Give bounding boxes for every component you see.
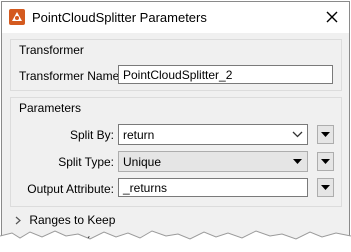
split-by-combo[interactable]: return xyxy=(118,124,308,145)
parameters-group: Parameters Split By: return Split Type: … xyxy=(10,97,342,207)
menu-arrow-icon xyxy=(321,185,330,190)
transformer-heading: Transformer xyxy=(19,43,84,57)
transformer-name-field[interactable]: PointCloudSplitter_2 xyxy=(118,65,333,84)
parameters-heading: Parameters xyxy=(19,101,82,115)
window-title: PointCloudSplitter Parameters xyxy=(32,10,207,25)
split-type-label: Split Type: xyxy=(58,155,114,169)
torn-edge-effect xyxy=(0,230,351,252)
dropdown-arrow-icon xyxy=(293,159,302,164)
transformer-group: Transformer Transformer Name: PointCloud… xyxy=(10,39,342,91)
close-icon[interactable] xyxy=(323,8,341,26)
split-type-combo[interactable]: Unique xyxy=(118,151,308,172)
dialog-window: PointCloudSplitter Parameters Transforme… xyxy=(1,1,350,252)
output-attribute-field[interactable]: _returns xyxy=(118,178,308,197)
split-by-value: return xyxy=(123,128,155,142)
transformer-name-label: Transformer Name: xyxy=(19,69,123,83)
output-attribute-label: Output Attribute: xyxy=(27,182,114,196)
split-type-menu-button[interactable] xyxy=(317,152,334,171)
split-by-label: Split By: xyxy=(69,128,114,142)
output-attribute-menu-button[interactable] xyxy=(317,178,334,197)
split-by-menu-button[interactable] xyxy=(317,125,334,144)
split-type-value: Unique xyxy=(123,155,162,169)
app-icon xyxy=(9,9,25,25)
menu-arrow-icon xyxy=(321,132,330,137)
menu-arrow-icon xyxy=(321,159,330,164)
title-bar: PointCloudSplitter Parameters xyxy=(2,2,349,33)
chevron-down-icon xyxy=(292,131,303,138)
